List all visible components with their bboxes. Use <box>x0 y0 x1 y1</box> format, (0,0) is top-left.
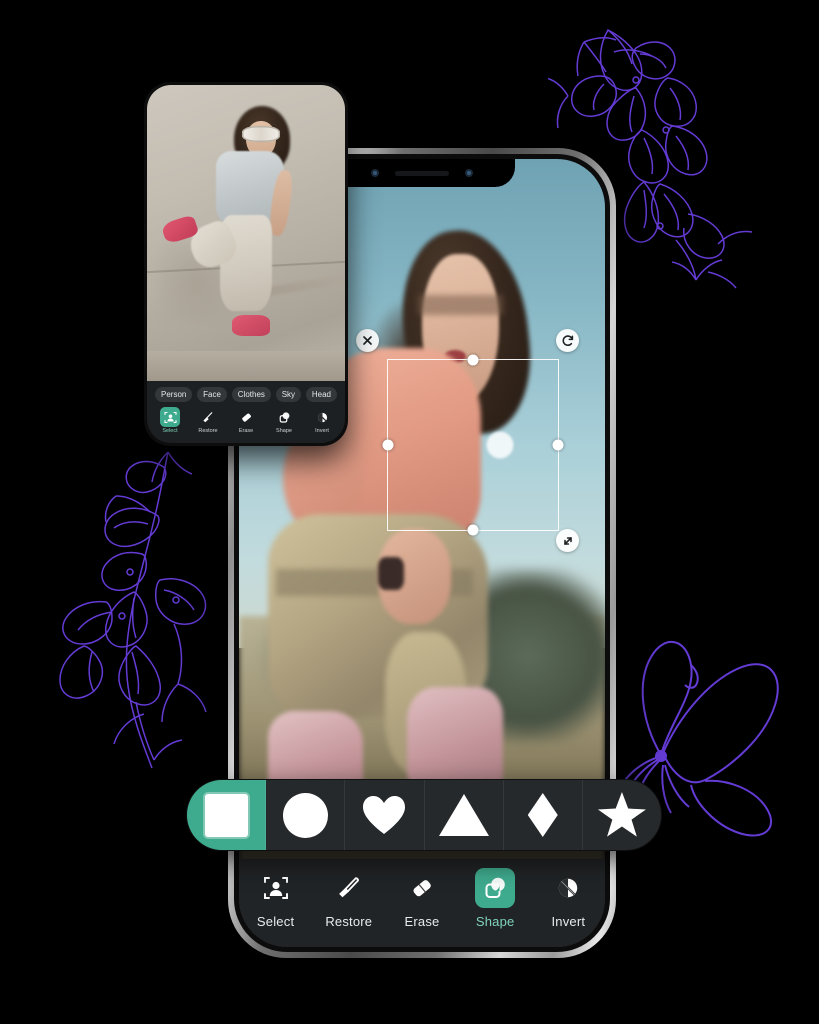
tool-erase[interactable]: Erase <box>391 868 453 929</box>
triangle-icon <box>438 794 489 836</box>
sm-tool-shape-label: Shape <box>276 428 292 434</box>
editor-tool-toolbar: Select Restore Erase Shape Invert <box>239 859 605 947</box>
tool-invert[interactable]: Invert <box>537 868 599 929</box>
sm-tool-select-label: Select <box>162 428 178 434</box>
secondary-phone-device: Person Face Clothes Sky Head Select Rest… <box>144 82 348 446</box>
tool-erase-label: Erase <box>404 914 440 929</box>
brush-icon <box>198 407 218 427</box>
invert-circle-icon <box>312 407 332 427</box>
shape-option-circle[interactable] <box>266 780 346 850</box>
selection-handle-bottom[interactable] <box>467 524 479 536</box>
shape-option-star[interactable] <box>583 780 661 850</box>
sm-tool-select[interactable]: Select <box>155 407 185 434</box>
screenshot-stage: Select Restore Erase Shape Invert Person… <box>0 0 819 1024</box>
person-select-icon <box>160 407 180 427</box>
rotate-icon[interactable] <box>556 329 579 352</box>
person-select-icon <box>256 868 296 908</box>
brush-icon <box>329 868 369 908</box>
sm-tab-head[interactable]: Head <box>305 387 337 402</box>
sm-tab-person[interactable]: Person <box>155 387 193 402</box>
shape-overlap-icon <box>475 868 516 908</box>
secondary-tool-toolbar: Select Restore Erase Shape Invert <box>147 405 345 434</box>
sm-tool-erase[interactable]: Erase <box>231 407 261 434</box>
tool-select[interactable]: Select <box>245 868 307 929</box>
tool-invert-label: Invert <box>551 914 586 929</box>
eraser-icon <box>402 868 442 908</box>
sm-photo-shoe-standing <box>232 314 270 336</box>
sm-tool-erase-label: Erase <box>238 428 254 434</box>
secondary-phone-screen: Person Face Clothes Sky Head Select Rest… <box>147 85 345 443</box>
shape-option-heart[interactable] <box>345 780 425 850</box>
shape-overlap-icon <box>274 407 294 427</box>
tool-restore-label: Restore <box>325 914 373 929</box>
square-icon <box>204 793 248 837</box>
sm-tool-invert-label: Invert <box>315 428 329 434</box>
sm-tool-invert[interactable]: Invert <box>307 407 337 434</box>
circle-icon <box>282 792 328 838</box>
sm-tab-clothes[interactable]: Clothes <box>231 387 271 402</box>
sm-tab-face[interactable]: Face <box>197 387 227 402</box>
shape-selection-frame[interactable] <box>382 354 564 536</box>
tool-restore[interactable]: Restore <box>318 868 380 929</box>
shape-option-diamond[interactable] <box>504 780 583 850</box>
device-notch <box>329 159 515 187</box>
sm-tool-restore-label: Restore <box>198 428 218 434</box>
floral-vine-left-icon <box>59 451 207 769</box>
diamond-icon <box>527 793 558 837</box>
secondary-editor-canvas-photo[interactable] <box>147 85 345 387</box>
tool-select-label: Select <box>256 914 295 929</box>
star-icon <box>597 792 646 837</box>
resize-icon[interactable] <box>556 529 579 552</box>
photo-subject-eyes-blur <box>418 294 503 316</box>
shape-option-triangle[interactable] <box>425 780 504 850</box>
eraser-icon <box>236 407 256 427</box>
tool-shape[interactable]: Shape <box>464 868 526 929</box>
selection-center-grab[interactable] <box>486 431 514 459</box>
selection-handle-left[interactable] <box>382 439 394 451</box>
sm-tool-restore[interactable]: Restore <box>193 407 223 434</box>
shape-option-square[interactable] <box>187 780 267 850</box>
invert-circle-icon <box>548 868 588 908</box>
front-camera-sensor-icon <box>371 169 379 177</box>
heart-icon <box>363 796 406 834</box>
secondary-segment-tabs: Person Face Clothes Sky Head <box>147 381 345 405</box>
shape-picker-bar <box>186 779 662 851</box>
tool-shape-label: Shape <box>475 914 515 929</box>
selection-handle-right[interactable] <box>552 439 564 451</box>
secondary-editor-panel: Person Face Clothes Sky Head Select Rest… <box>147 381 345 443</box>
sm-tool-shape[interactable]: Shape <box>269 407 299 434</box>
photo-subject-watch <box>378 556 404 591</box>
selection-handle-top[interactable] <box>467 354 479 366</box>
sm-tab-sky[interactable]: Sky <box>275 387 302 402</box>
close-icon[interactable] <box>356 329 379 352</box>
proximity-sensor-icon <box>465 169 473 177</box>
sm-photo-subject-sunglasses <box>242 126 280 142</box>
earpiece-speaker-icon <box>395 170 449 176</box>
